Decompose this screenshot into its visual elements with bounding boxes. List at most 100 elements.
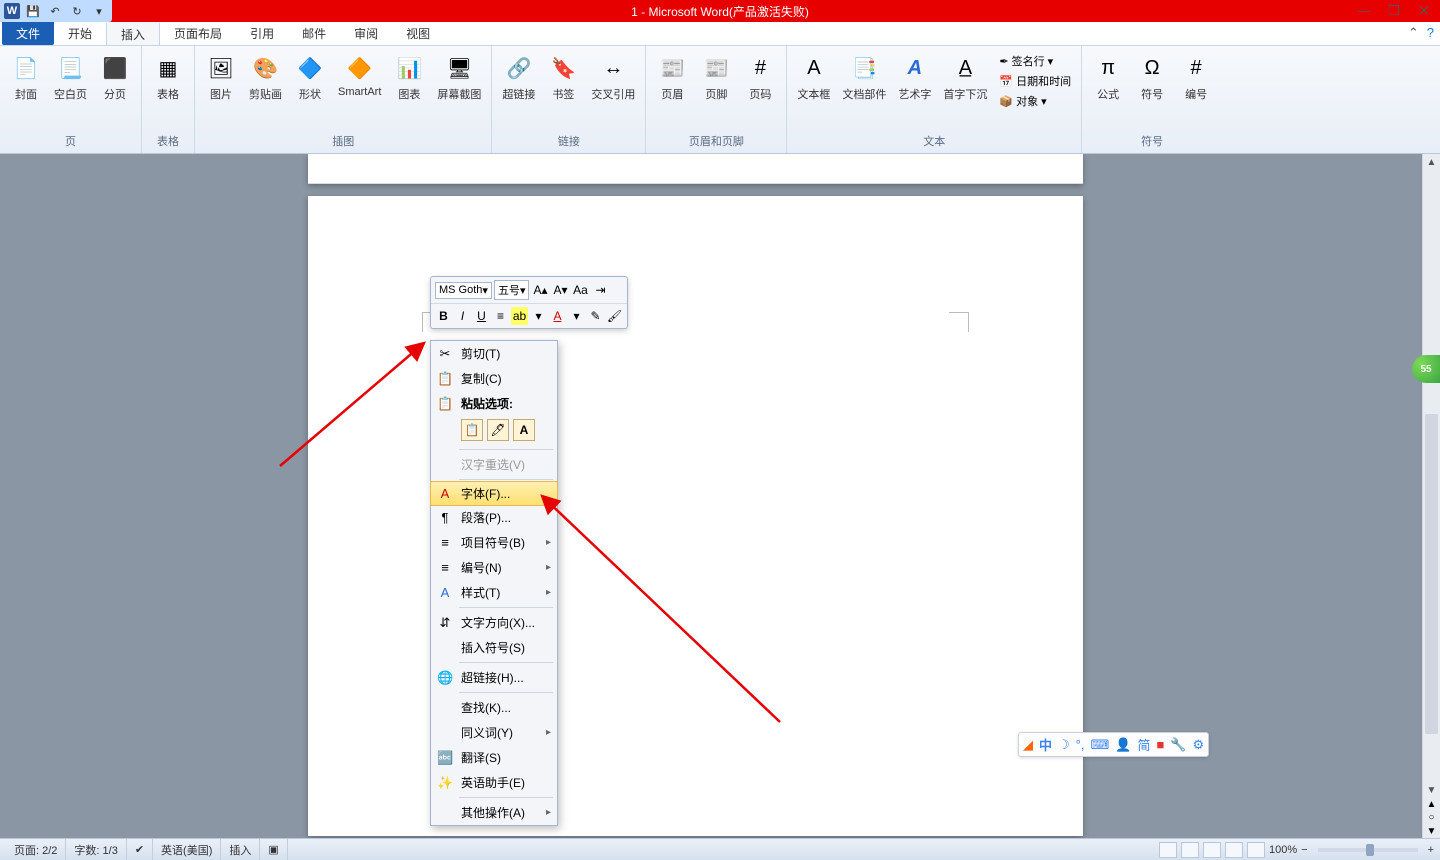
cover-page-button[interactable]: 📄封面 <box>6 50 46 104</box>
zoom-slider[interactable] <box>1318 848 1418 852</box>
status-proofing[interactable]: ✔ <box>127 839 153 860</box>
wordart-button[interactable]: A艺术字 <box>894 50 935 104</box>
bookmark-button[interactable]: 🔖书签 <box>543 50 583 104</box>
underline-icon[interactable]: U <box>473 307 490 325</box>
status-language[interactable]: 英语(美国) <box>153 839 221 860</box>
menu-insert-symbol[interactable]: 插入符号(S) <box>431 635 557 660</box>
zoom-out-button[interactable]: − <box>1301 844 1307 856</box>
zoom-in-button[interactable]: + <box>1428 844 1434 856</box>
picture-button[interactable]: 🖼图片 <box>201 50 241 104</box>
menu-hyperlink[interactable]: 🌐超链接(H)... <box>431 665 557 690</box>
menu-bullets[interactable]: ≡项目符号(B)▸ <box>431 530 557 555</box>
redo-icon[interactable]: ↻ <box>68 2 86 20</box>
shrink-font-icon[interactable]: A▾ <box>551 281 569 299</box>
symbol-button[interactable]: Ω符号 <box>1132 50 1172 104</box>
page-break-button[interactable]: ⬛分页 <box>95 50 135 104</box>
change-case-icon[interactable]: Aa <box>571 281 589 299</box>
view-web[interactable] <box>1203 842 1221 858</box>
table-button[interactable]: ▦表格 <box>148 50 188 104</box>
chart-button[interactable]: 📊图表 <box>389 50 429 104</box>
menu-cut[interactable]: ✂剪切(T) <box>431 341 557 366</box>
menu-text-direction[interactable]: ⇵文字方向(X)... <box>431 610 557 635</box>
status-wordcount[interactable]: 字数: 1/3 <box>66 839 126 860</box>
font-color-dropdown-icon[interactable]: ▾ <box>568 307 585 325</box>
restore-button[interactable]: ❐ <box>1384 3 1404 19</box>
ime-gear-icon[interactable]: ⚙ <box>1193 737 1205 753</box>
page-1-bottom[interactable] <box>308 154 1083 184</box>
menu-translate[interactable]: 🔤翻译(S) <box>431 745 557 770</box>
save-icon[interactable]: 💾 <box>24 2 42 20</box>
tab-insert[interactable]: 插入 <box>106 22 160 45</box>
ime-keyboard-icon[interactable]: ⌨ <box>1090 737 1109 753</box>
tab-file[interactable]: 文件 <box>2 22 54 45</box>
menu-find[interactable]: 查找(K)... <box>431 695 557 720</box>
ime-user-icon[interactable]: 👤 <box>1115 737 1131 753</box>
paste-keep-formatting[interactable]: 📋 <box>461 419 483 441</box>
font-selector[interactable]: MS Goth ▾ <box>435 282 492 299</box>
vertical-scrollbar[interactable]: ▲ ▼ ▲ ○ ▼ <box>1422 154 1440 838</box>
phonetic-guide-icon[interactable]: ✎ <box>587 307 604 325</box>
hyperlink-button[interactable]: 🔗超链接 <box>498 50 539 104</box>
smartart-button[interactable]: 🔶SmartArt <box>334 50 385 100</box>
tab-review[interactable]: 审阅 <box>340 22 392 45</box>
paste-text-only[interactable]: A <box>513 419 535 441</box>
date-time-button[interactable]: 📅 日期和时间 <box>995 72 1075 90</box>
menu-paragraph[interactable]: ¶段落(P)... <box>431 505 557 530</box>
status-macro-icon[interactable]: ▣ <box>260 839 287 860</box>
indent-increase-icon[interactable]: ⇥ <box>591 281 609 299</box>
qat-dropdown-icon[interactable]: ▾ <box>90 2 108 20</box>
menu-font[interactable]: A字体(F)... <box>430 481 558 506</box>
menu-english-helper[interactable]: ✨英语助手(E) <box>431 770 557 795</box>
menu-synonym[interactable]: 同义词(Y)▸ <box>431 720 557 745</box>
paste-merge[interactable]: 🖊 <box>487 419 509 441</box>
page-2[interactable] <box>308 196 1083 836</box>
help-icon[interactable]: ? <box>1427 25 1434 41</box>
green-badge[interactable]: 55 <box>1412 355 1440 383</box>
shapes-button[interactable]: 🔷形状 <box>290 50 330 104</box>
zoom-slider-thumb[interactable] <box>1366 844 1374 856</box>
tab-home[interactable]: 开始 <box>54 22 106 45</box>
ime-simp-button[interactable]: 简 <box>1137 735 1150 754</box>
grow-font-icon[interactable]: A▴ <box>531 281 549 299</box>
italic-icon[interactable]: I <box>454 307 471 325</box>
minimize-button[interactable]: — <box>1354 3 1374 19</box>
status-page[interactable]: 页面: 2/2 <box>6 839 66 860</box>
scroll-thumb[interactable] <box>1425 414 1438 734</box>
crossref-button[interactable]: ↔交叉引用 <box>587 50 639 104</box>
header-button[interactable]: 📰页眉 <box>652 50 692 104</box>
status-insertmode[interactable]: 插入 <box>221 839 260 860</box>
undo-icon[interactable]: ↶ <box>46 2 64 20</box>
view-fullscreen[interactable] <box>1181 842 1199 858</box>
align-center-icon[interactable]: ≡ <box>492 307 509 325</box>
tab-layout[interactable]: 页面布局 <box>160 22 236 45</box>
dropcap-button[interactable]: A̲首字下沉 <box>939 50 991 104</box>
menu-copy[interactable]: 📋复制(C) <box>431 366 557 391</box>
signature-line-button[interactable]: ✒ 签名行 ▾ <box>995 52 1075 70</box>
highlight-icon[interactable]: ab <box>511 307 528 325</box>
browse-next-icon[interactable]: ▼ <box>1423 825 1440 838</box>
screenshot-button[interactable]: 🖥屏幕截图 <box>433 50 485 104</box>
ime-rec-icon[interactable]: ■ <box>1156 737 1164 752</box>
ime-moon-icon[interactable]: ☽ <box>1058 737 1070 753</box>
object-button[interactable]: 📦 对象 ▾ <box>995 92 1075 110</box>
bold-icon[interactable]: B <box>435 307 452 325</box>
format-painter-icon[interactable]: 🖌 <box>606 307 623 325</box>
font-color-icon[interactable]: A <box>549 307 566 325</box>
ime-toolbar[interactable]: ◢ 中 ☽ °, ⌨ 👤 简 ■ 🔧 ⚙ <box>1018 732 1209 757</box>
scroll-up-icon[interactable]: ▲ <box>1423 154 1440 170</box>
equation-button[interactable]: π公式 <box>1088 50 1128 104</box>
zoom-level[interactable]: 100% <box>1269 844 1297 856</box>
ime-punct-icon[interactable]: °, <box>1076 737 1085 752</box>
blank-page-button[interactable]: 📃空白页 <box>50 50 91 104</box>
tab-mail[interactable]: 邮件 <box>288 22 340 45</box>
close-button[interactable]: ✕ <box>1414 3 1434 19</box>
minimize-ribbon-icon[interactable]: ⌃ <box>1408 25 1419 41</box>
tab-view[interactable]: 视图 <box>392 22 444 45</box>
clipart-button[interactable]: 🎨剪贴画 <box>245 50 286 104</box>
browse-select-icon[interactable]: ○ <box>1423 811 1440 824</box>
view-outline[interactable] <box>1225 842 1243 858</box>
word-app-icon[interactable]: W <box>4 3 20 19</box>
pagenumber-button[interactable]: #页码 <box>740 50 780 104</box>
quickparts-button[interactable]: 📑文档部件 <box>838 50 890 104</box>
view-print-layout[interactable] <box>1159 842 1177 858</box>
